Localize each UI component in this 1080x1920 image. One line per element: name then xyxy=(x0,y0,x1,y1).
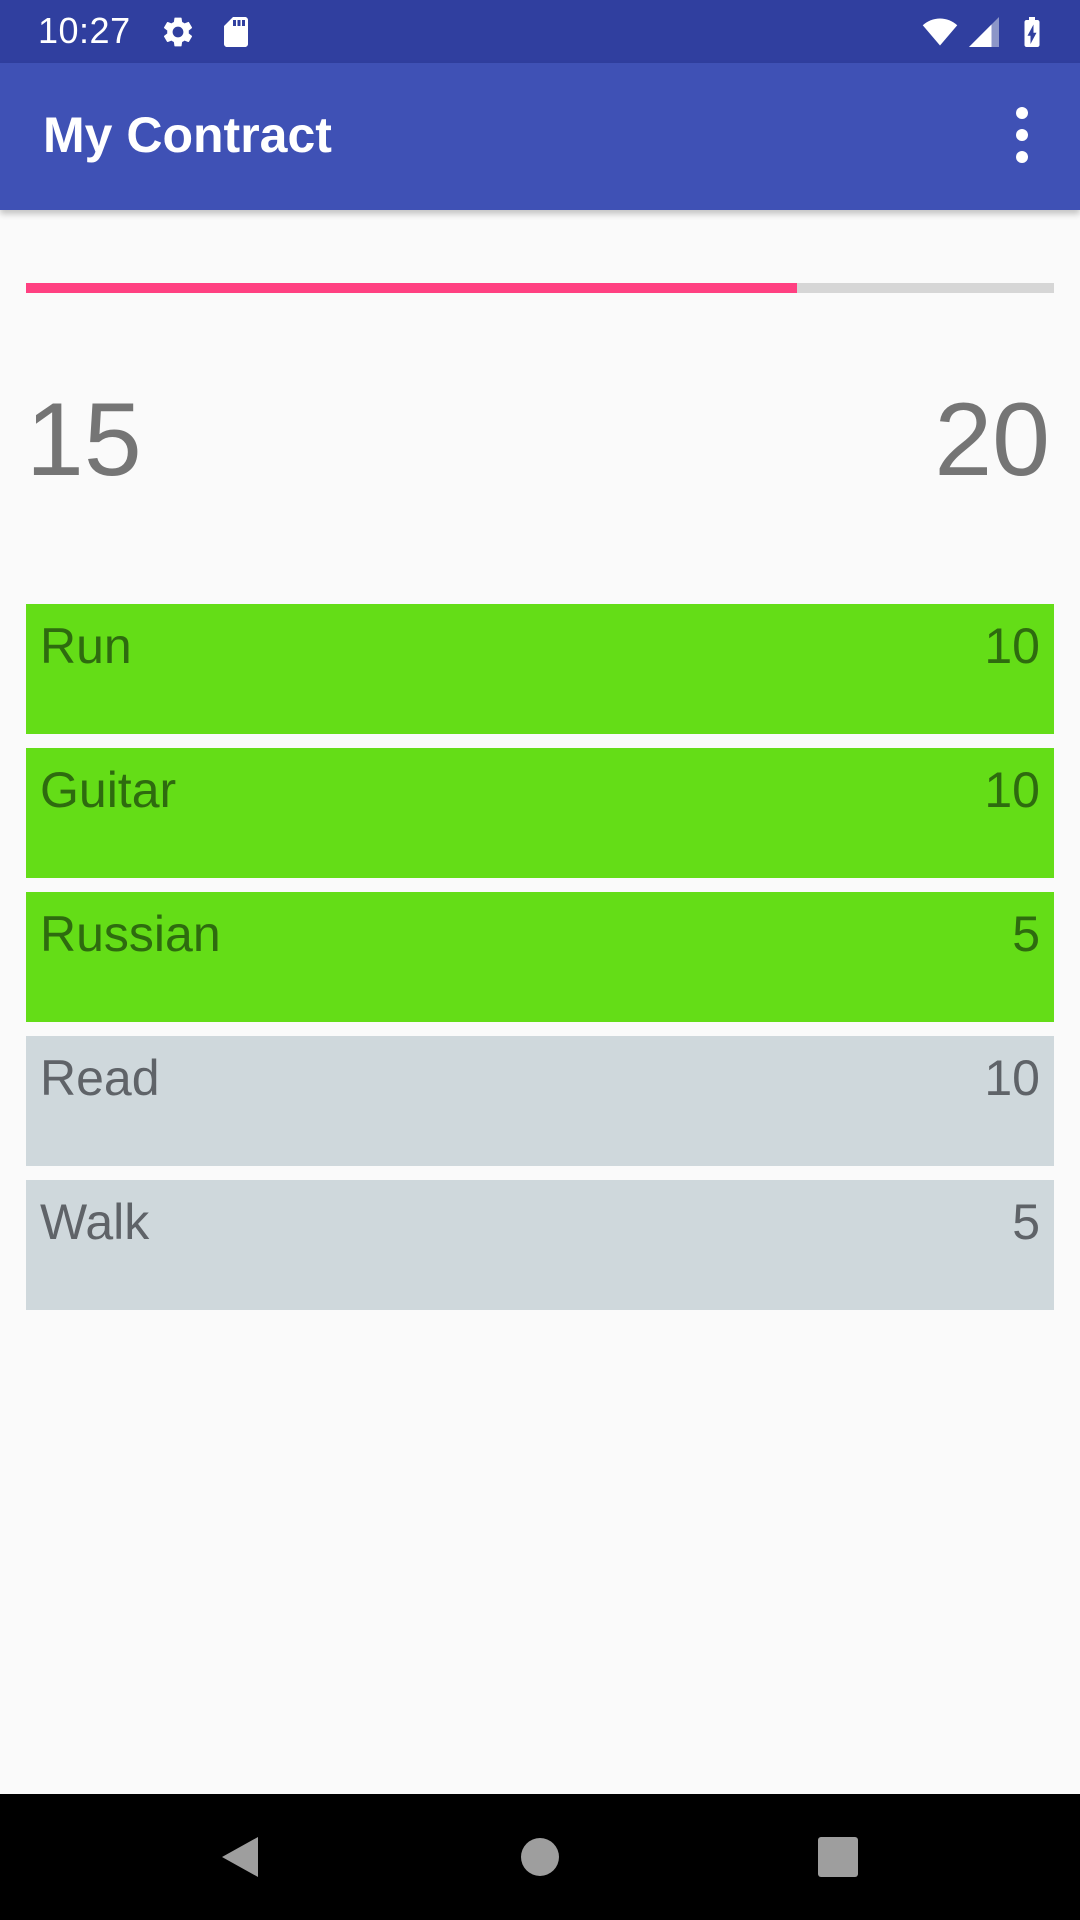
task-item-read[interactable]: Read 10 xyxy=(26,1036,1054,1166)
progress-fill xyxy=(26,283,797,293)
settings-icon xyxy=(163,17,193,47)
app-bar: My Contract xyxy=(0,63,1080,210)
task-label: Walk xyxy=(40,1194,150,1250)
task-item-run[interactable]: Run 10 xyxy=(26,604,1054,734)
task-item-guitar[interactable]: Guitar 10 xyxy=(26,748,1054,878)
task-label: Run xyxy=(40,618,132,674)
task-points: 10 xyxy=(984,762,1040,818)
task-label: Guitar xyxy=(40,762,177,818)
current-points: 15 xyxy=(26,382,142,498)
status-time: 10:27 xyxy=(38,10,131,51)
task-points: 5 xyxy=(1012,906,1040,962)
task-list: Run 10 Guitar 10 Russian 5 Read 10 Walk … xyxy=(26,604,1054,1324)
task-points: 10 xyxy=(984,618,1040,674)
wifi-icon xyxy=(922,18,958,46)
app-title: My Contract xyxy=(43,107,332,163)
task-item-walk[interactable]: Walk 5 xyxy=(26,1180,1054,1310)
battery-charging-icon xyxy=(1024,17,1040,47)
home-icon[interactable] xyxy=(510,1827,570,1887)
task-item-russian[interactable]: Russian 5 xyxy=(26,892,1054,1022)
task-label: Russian xyxy=(40,906,221,962)
back-icon[interactable] xyxy=(210,1827,270,1887)
signal-icon xyxy=(969,17,999,47)
recents-icon[interactable] xyxy=(808,1827,868,1887)
task-label: Read xyxy=(40,1050,160,1106)
more-vert-icon[interactable] xyxy=(1000,103,1044,167)
progress-bar xyxy=(26,283,1054,293)
task-points: 5 xyxy=(1012,1194,1040,1250)
task-points: 10 xyxy=(984,1050,1040,1106)
status-bar: 10:27 xyxy=(0,0,1080,63)
target-points: 20 xyxy=(934,382,1050,498)
navigation-bar xyxy=(0,1794,1080,1920)
sd-card-icon xyxy=(224,17,248,47)
